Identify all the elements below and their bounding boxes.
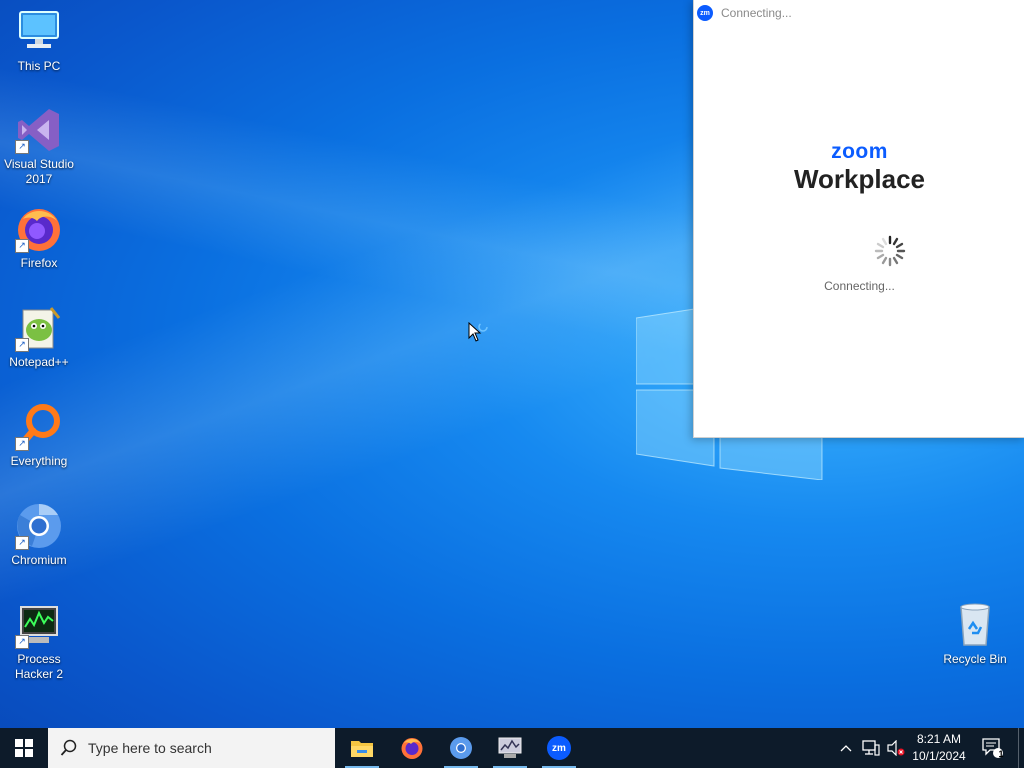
connecting-status-text: Connecting... bbox=[824, 279, 895, 293]
loading-spinner-icon bbox=[874, 235, 906, 267]
recycle-bin-icon bbox=[960, 603, 990, 646]
taskbar-file-explorer[interactable] bbox=[339, 728, 385, 768]
desktop-icon-label: Process Hacker 2 bbox=[14, 652, 64, 681]
shortcut-arrow-icon: ↗ bbox=[15, 239, 29, 253]
taskbar: Type here to search zm 8:21 AM 10/1/2024… bbox=[0, 728, 1024, 768]
shortcut-arrow-icon: ↗ bbox=[15, 635, 29, 649]
taskbar-clock[interactable]: 8:21 AM 10/1/2024 bbox=[905, 731, 973, 765]
desktop-icon-firefox[interactable]: ↗ Firefox bbox=[1, 205, 77, 271]
action-center-button[interactable]: 1 bbox=[978, 728, 1008, 768]
zoom-icon: zm bbox=[547, 736, 571, 760]
desktop-icon-visual-studio[interactable]: ↗ Visual Studio 2017 bbox=[1, 106, 77, 187]
notification-count-badge: 1 bbox=[998, 749, 1004, 759]
firefox-icon bbox=[401, 738, 423, 759]
search-icon bbox=[60, 739, 77, 756]
desktop-icon-label: This PC bbox=[17, 59, 61, 73]
shortcut-arrow-icon: ↗ bbox=[15, 338, 29, 352]
zoom-workplace-title: Workplace bbox=[793, 164, 925, 194]
network-tray-button[interactable] bbox=[859, 728, 883, 768]
taskbar-process-hacker[interactable] bbox=[487, 728, 533, 768]
desktop-icon-label: Everything bbox=[10, 454, 68, 468]
taskbar-chromium[interactable] bbox=[438, 728, 484, 768]
this-pc-icon bbox=[19, 11, 59, 48]
desktop-icon-chromium[interactable]: ↗ Chromium bbox=[1, 502, 77, 568]
desktop-icon-label: Firefox bbox=[20, 256, 58, 270]
process-hacker-icon bbox=[498, 737, 522, 758]
clock-date: 10/1/2024 bbox=[912, 749, 966, 763]
zoom-logo: zoom bbox=[831, 140, 888, 163]
mouse-cursor-busy-icon bbox=[468, 322, 488, 342]
shortcut-arrow-icon: ↗ bbox=[15, 140, 29, 154]
chevron-up-icon bbox=[840, 745, 852, 752]
desktop-icon-label: Chromium bbox=[11, 553, 67, 567]
taskbar-zoom[interactable]: zm bbox=[536, 728, 582, 768]
desktop-icon-label: Notepad++ bbox=[9, 355, 69, 369]
desktop-icon-recycle-bin[interactable]: Recycle Bin bbox=[937, 601, 1013, 667]
desktop-icon-this-pc[interactable]: This PC bbox=[1, 8, 77, 74]
taskbar-firefox[interactable] bbox=[389, 728, 435, 768]
window-title: Connecting... bbox=[721, 6, 792, 20]
network-icon bbox=[862, 740, 880, 756]
file-explorer-icon bbox=[351, 741, 373, 757]
zoom-app-icon: zm bbox=[697, 5, 713, 21]
volume-muted-icon bbox=[887, 740, 905, 756]
windows-start-icon bbox=[15, 739, 33, 757]
desktop-icon-label: Recycle Bin bbox=[943, 652, 1007, 666]
zoom-connecting-window[interactable]: zm Connecting... zoom Workplace Connecti… bbox=[693, 0, 1024, 438]
desktop-icon-label: Visual Studio 2017 bbox=[4, 157, 74, 186]
search-placeholder: Type here to search bbox=[88, 740, 212, 756]
shortcut-arrow-icon: ↗ bbox=[15, 536, 29, 550]
desktop-icon-everything[interactable]: ↗ Everything bbox=[1, 403, 77, 469]
show-desktop-button[interactable] bbox=[1018, 728, 1024, 768]
desktop-icon-notepad-plus-plus[interactable]: ↗ Notepad++ bbox=[1, 304, 77, 370]
show-hidden-icons-button[interactable] bbox=[836, 728, 856, 768]
start-button[interactable] bbox=[0, 728, 48, 768]
chromium-icon bbox=[450, 737, 472, 759]
clock-time: 8:21 AM bbox=[916, 732, 962, 746]
taskbar-search-box[interactable]: Type here to search bbox=[48, 728, 335, 768]
desktop-icon-process-hacker[interactable]: ↗ Process Hacker 2 bbox=[1, 601, 77, 682]
shortcut-arrow-icon: ↗ bbox=[15, 437, 29, 451]
window-title-bar[interactable]: zm Connecting... bbox=[694, 0, 1024, 26]
